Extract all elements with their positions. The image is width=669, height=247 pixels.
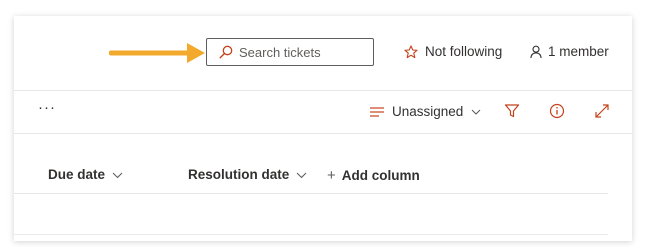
more-options-button[interactable]: ··· (38, 99, 56, 116)
search-input[interactable] (239, 44, 369, 60)
members-button[interactable]: 1 member (529, 44, 609, 59)
person-icon (530, 45, 542, 58)
info-icon[interactable] (549, 103, 565, 119)
members-label: 1 member (548, 44, 609, 59)
chevron-down-icon (112, 172, 123, 178)
star-icon (404, 44, 418, 58)
search-icon (219, 45, 233, 59)
column-due-date[interactable]: Due date (48, 167, 123, 182)
chevron-down-icon (471, 109, 481, 115)
column-resolution-date[interactable]: Resolution date (188, 167, 307, 182)
add-column-label: Add column (341, 168, 420, 183)
follow-label: Not following (425, 44, 503, 59)
filter-icon[interactable] (504, 103, 520, 119)
group-by-dropdown[interactable]: Unassigned (369, 104, 481, 119)
plus-icon: + (327, 167, 336, 184)
lines-icon (370, 106, 384, 117)
column-label: Resolution date (188, 167, 290, 182)
arrow-annotation (109, 43, 205, 63)
tickets-panel: Not following 1 member ··· Unassigned (14, 16, 632, 241)
column-label: Due date (48, 167, 106, 182)
follow-button[interactable]: Not following (404, 44, 502, 59)
group-by-label: Unassigned (392, 104, 464, 119)
toolbar: ··· Unassigned (14, 91, 632, 134)
add-column-button[interactable]: + Add column (327, 167, 420, 184)
row-divider (14, 234, 608, 235)
expand-icon[interactable] (594, 103, 610, 119)
search-box[interactable] (206, 38, 374, 66)
column-headers: Due date Resolution date + Add column (14, 163, 608, 194)
header-bar: Not following 1 member (14, 16, 632, 91)
chevron-down-icon (296, 172, 307, 178)
